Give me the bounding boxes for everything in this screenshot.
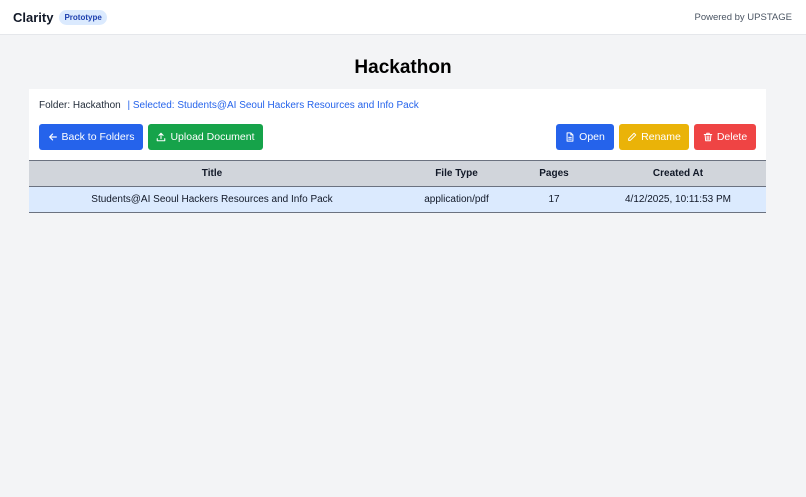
page-title: Hackathon	[354, 57, 452, 78]
column-header-file-type[interactable]: File Type	[395, 160, 518, 187]
column-header-created-at[interactable]: Created At	[590, 160, 766, 187]
upload-icon	[157, 132, 166, 142]
cell-title: Students@AI Seoul Hackers Resources and …	[29, 186, 395, 213]
cell-file-type: application/pdf	[395, 186, 518, 213]
pencil-icon	[628, 132, 637, 141]
prototype-badge: Prototype	[59, 9, 107, 25]
delete-button[interactable]: Delete	[694, 124, 756, 150]
top-bar: Clarity Prototype Powered by UPSTAGE	[0, 0, 806, 35]
upload-document-label: Upload Document	[170, 131, 255, 143]
column-header-title[interactable]: Title	[29, 160, 395, 187]
cell-pages: 17	[518, 186, 590, 213]
upload-document-button[interactable]: Upload Document	[148, 124, 263, 150]
back-to-folders-label: Back to Folders	[61, 131, 135, 143]
folder-panel: Folder: Hackathon | Selected: Students@A…	[29, 89, 766, 161]
open-button[interactable]: Open	[556, 124, 614, 150]
delete-label: Delete	[716, 131, 748, 143]
rename-label: Rename	[641, 131, 681, 143]
column-header-pages[interactable]: Pages	[518, 160, 590, 187]
table-header: Title File Type Pages Created At	[29, 160, 766, 187]
trash-icon	[703, 132, 713, 142]
back-to-folders-button[interactable]: Back to Folders	[39, 124, 143, 150]
app-name[interactable]: Clarity	[13, 10, 53, 25]
brand: Clarity Prototype	[13, 9, 107, 25]
header-row: Title File Type Pages Created At	[29, 160, 766, 187]
open-label: Open	[579, 131, 605, 143]
document-icon	[566, 132, 574, 142]
folder-label: Folder: Hackathon	[39, 100, 121, 111]
documents-table: Title File Type Pages Created At Student…	[29, 160, 766, 213]
table-row[interactable]: Students@AI Seoul Hackers Resources and …	[29, 186, 766, 213]
cell-created-at: 4/12/2025, 10:11:53 PM	[590, 186, 766, 213]
powered-by-text: Powered by UPSTAGE	[694, 11, 792, 23]
rename-button[interactable]: Rename	[619, 124, 689, 150]
arrow-left-icon	[48, 133, 57, 141]
selected-document-label: | Selected: Students@AI Seoul Hackers Re…	[127, 100, 419, 111]
folder-info: Folder: Hackathon | Selected: Students@A…	[39, 100, 419, 111]
